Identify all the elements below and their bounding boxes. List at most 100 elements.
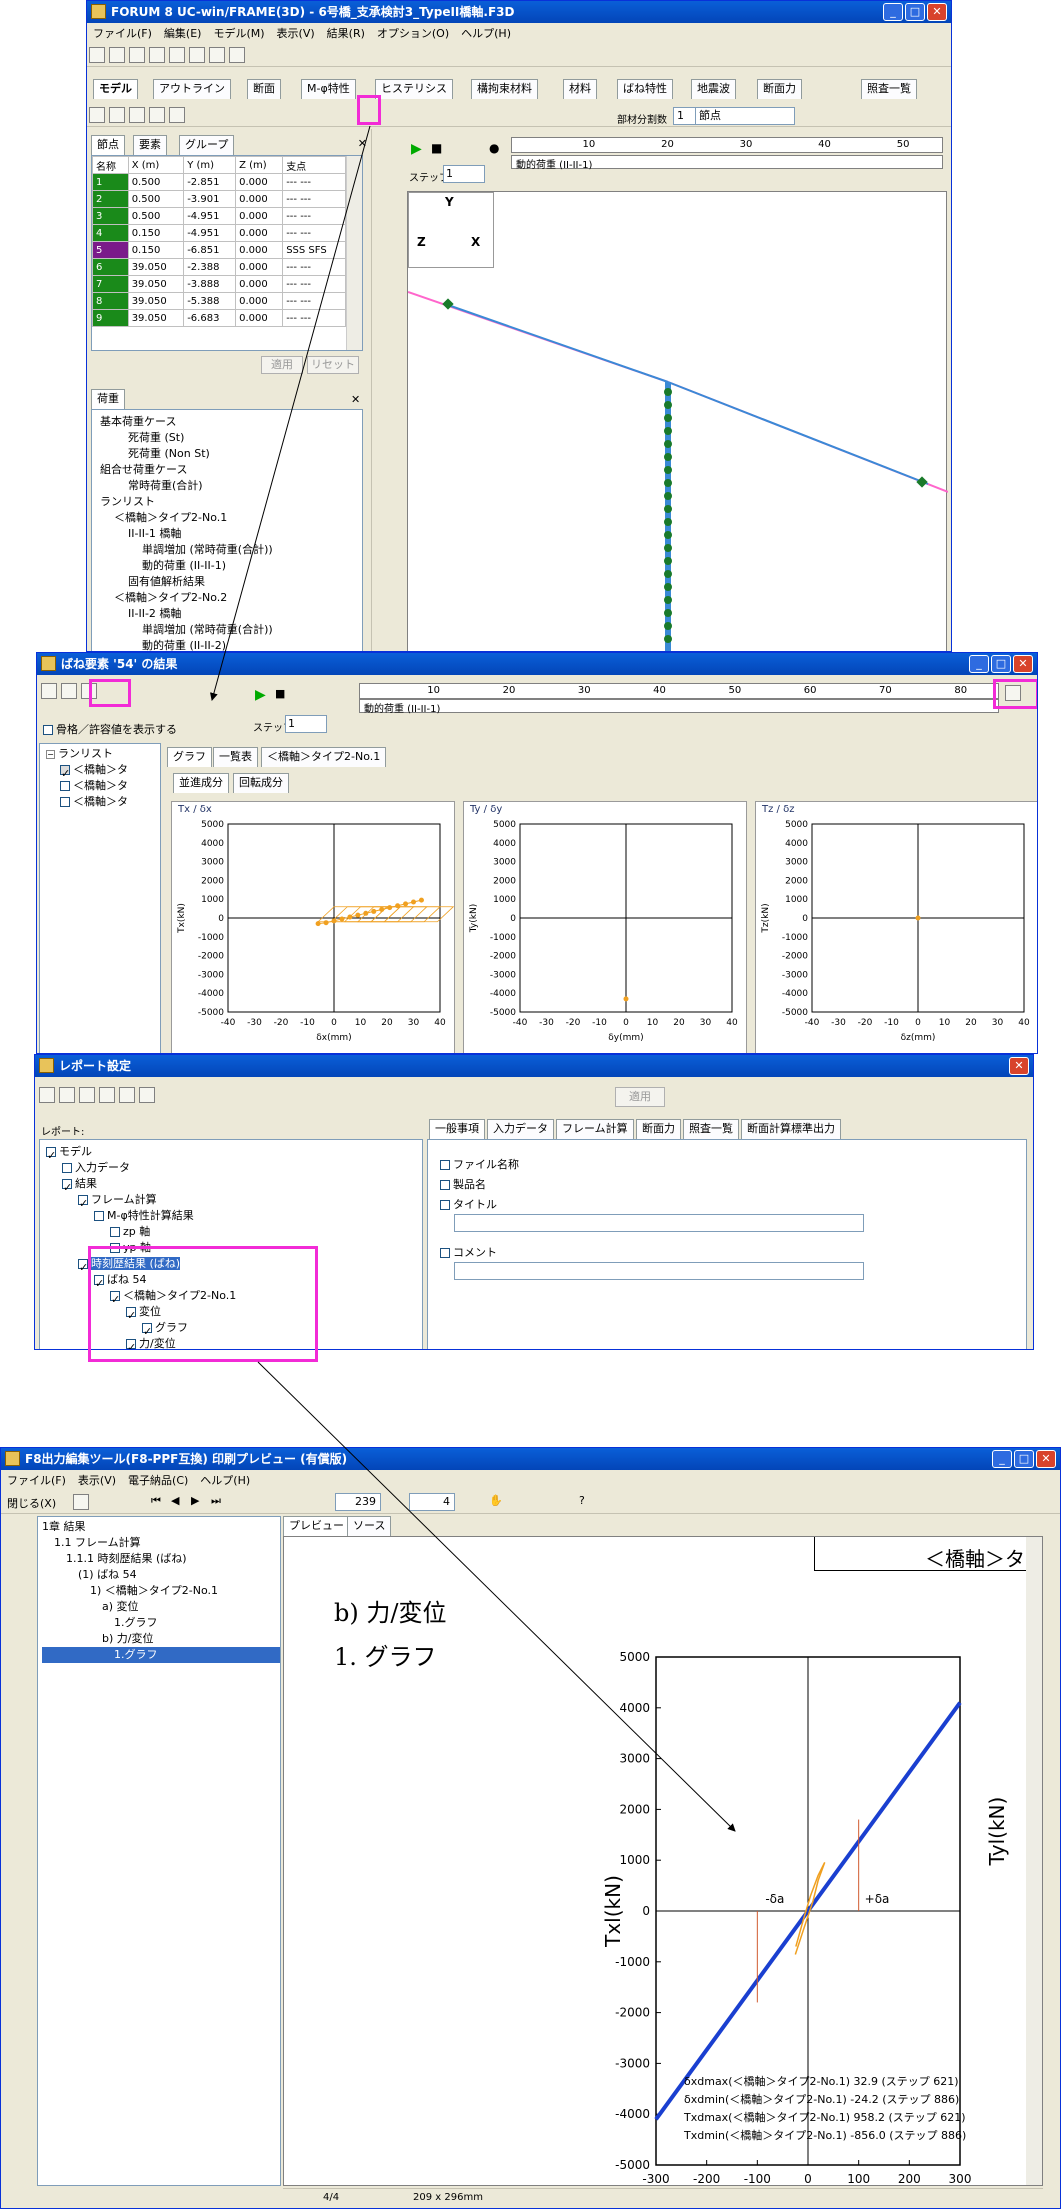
- outline-item[interactable]: b) 力/変位: [42, 1631, 280, 1647]
- load-tree-item[interactable]: 動的荷重 (II-II-1): [100, 558, 362, 574]
- maximize-button[interactable]: □: [1014, 1450, 1034, 1468]
- view-3d[interactable]: Y Z X: [407, 191, 948, 651]
- tree-case-3[interactable]: ＜橋軸＞タ: [46, 794, 160, 810]
- tab-load[interactable]: 荷重: [91, 389, 125, 409]
- maximize-button[interactable]: □: [991, 655, 1011, 673]
- load-tree-item[interactable]: 単調増加 (常時荷重(合計)): [100, 542, 362, 558]
- chart-icon[interactable]: [61, 683, 77, 699]
- copy-icon[interactable]: [149, 107, 165, 123]
- save-icon[interactable]: [129, 47, 145, 63]
- outline-item[interactable]: 1章 結果: [42, 1519, 280, 1535]
- calc-icon[interactable]: [209, 47, 225, 63]
- report-tab-4[interactable]: 照査一覧: [683, 1119, 739, 1139]
- tab-spring[interactable]: ばね特性: [617, 79, 673, 99]
- spring-icon[interactable]: [41, 683, 57, 699]
- node-row[interactable]: 7 39.050 -3.888 0.000 --- ---: [92, 275, 346, 293]
- load-tree-item[interactable]: 死荷重 (St): [100, 430, 362, 446]
- tab-section[interactable]: 断面: [247, 79, 281, 99]
- tab-preview[interactable]: プレビュー: [283, 1516, 350, 1536]
- undo-icon[interactable]: [169, 47, 185, 63]
- first-page-icon[interactable]: ⏮: [151, 1494, 161, 1508]
- last-page-icon[interactable]: ⏭: [211, 1494, 221, 1508]
- load-tree-item[interactable]: 動的荷重 (II-II-2): [100, 638, 362, 651]
- tab-hysteresis[interactable]: ヒステリシス: [375, 79, 453, 99]
- close-button[interactable]: ✕: [1009, 1057, 1029, 1075]
- load-tree-item[interactable]: 基本荷重ケース: [100, 414, 362, 430]
- export-icon[interactable]: [1005, 685, 1021, 701]
- comment-field[interactable]: [454, 1262, 864, 1280]
- menu-help[interactable]: ヘルプ(H): [455, 27, 517, 40]
- tab-outline[interactable]: アウトライン: [153, 79, 231, 99]
- tree-runlist[interactable]: − ランリスト: [46, 746, 160, 762]
- play-icon[interactable]: ▶: [255, 687, 266, 703]
- report-tree-item[interactable]: ✓ 結果: [46, 1176, 422, 1194]
- load-tree-item[interactable]: ＜橋軸＞タイプ2-No.1: [100, 510, 362, 526]
- outline-item[interactable]: 1.グラフ: [42, 1647, 280, 1663]
- tab-list[interactable]: 一覧表: [213, 747, 258, 767]
- report-tab-5[interactable]: 断面計算標準出力: [741, 1119, 841, 1139]
- tab-material[interactable]: 材料: [563, 79, 597, 99]
- menu-edit[interactable]: 編集(E): [158, 27, 208, 40]
- menu-option[interactable]: オプション(O): [371, 27, 455, 40]
- outline-item[interactable]: 1) ＜橋軸＞タイプ2-No.1: [42, 1583, 280, 1599]
- menu-file[interactable]: ファイル(F): [1, 1474, 72, 1487]
- stop-icon[interactable]: ■: [431, 141, 442, 155]
- record-icon[interactable]: ●: [489, 141, 499, 155]
- tab-groups[interactable]: グループ: [179, 135, 235, 155]
- menu-help[interactable]: ヘルプ(H): [194, 1474, 256, 1487]
- tab-model[interactable]: モデル: [93, 79, 138, 99]
- close-preview-button[interactable]: 閉じる(X): [7, 1495, 56, 1511]
- minimize-button[interactable]: _: [992, 1450, 1012, 1468]
- delete-icon[interactable]: [169, 107, 185, 123]
- run-icon[interactable]: [229, 47, 245, 63]
- expand-icon[interactable]: [39, 1087, 55, 1103]
- redo-icon[interactable]: [189, 47, 205, 63]
- tab-case[interactable]: ＜橋軸＞タイプ2-No.1: [261, 747, 387, 767]
- load-tree-item[interactable]: 単調増加 (常時荷重(合計)): [100, 622, 362, 638]
- help-icon[interactable]: ?: [579, 1494, 585, 1507]
- uncheck-all-icon[interactable]: [99, 1087, 115, 1103]
- step-ruler[interactable]: 10 20 30 40 50 60 70 80: [359, 683, 999, 699]
- outline-item[interactable]: 1.1 フレーム計算: [42, 1535, 280, 1551]
- step-field[interactable]: 1: [285, 715, 327, 733]
- report-tree-item[interactable]: 入力データ: [46, 1160, 422, 1176]
- check-comment[interactable]: コメント: [440, 1244, 497, 1260]
- tab-translation[interactable]: 並進成分: [173, 773, 229, 793]
- move-icon[interactable]: [129, 107, 145, 123]
- open-icon[interactable]: [109, 47, 125, 63]
- load-tree-item[interactable]: II-II-2 橋軸: [100, 606, 362, 622]
- cancel-icon[interactable]: [139, 1087, 155, 1103]
- load-tree-item[interactable]: 固有値解析結果: [100, 574, 362, 590]
- node-row[interactable]: 2 0.500 -3.901 0.000 --- ---: [92, 190, 346, 208]
- check-all-icon[interactable]: [79, 1087, 95, 1103]
- remove-icon[interactable]: [119, 1087, 135, 1103]
- add-member-icon[interactable]: [109, 107, 125, 123]
- report-tree-item[interactable]: zp 軸: [46, 1224, 422, 1240]
- play-icon[interactable]: ▶: [411, 141, 422, 157]
- zoom-field[interactable]: 239: [335, 1493, 381, 1511]
- minimize-button[interactable]: _: [969, 655, 989, 673]
- print-icon[interactable]: [149, 47, 165, 63]
- report-tab-2[interactable]: フレーム計算: [556, 1119, 634, 1139]
- add-node-icon[interactable]: [89, 107, 105, 123]
- maximize-button[interactable]: □: [905, 3, 925, 21]
- tab-wave[interactable]: 地震波: [691, 79, 736, 99]
- load-tree-item[interactable]: II-II-1 橋軸: [100, 526, 362, 542]
- tab-elements[interactable]: 要素: [133, 135, 167, 155]
- report-apply-button[interactable]: 適用: [615, 1087, 665, 1107]
- load-tree-item[interactable]: 常時荷重(合計): [100, 478, 362, 494]
- prev-page-icon[interactable]: ◀: [171, 1494, 179, 1507]
- node-row[interactable]: 6 39.050 -2.388 0.000 --- ---: [92, 258, 346, 276]
- new-icon[interactable]: [89, 47, 105, 63]
- tab-restrain[interactable]: 構拘束材料: [471, 79, 538, 99]
- outline-item[interactable]: a) 変位: [42, 1599, 280, 1615]
- apply-button[interactable]: 適用: [261, 356, 303, 374]
- tab-source[interactable]: ソース: [347, 1516, 392, 1536]
- tab-force[interactable]: 断面力: [757, 79, 802, 99]
- check-product[interactable]: 製品名: [440, 1176, 486, 1192]
- collapse-icon[interactable]: [59, 1087, 75, 1103]
- node-row[interactable]: 1 0.500 -2.851 0.000 --- ---: [92, 173, 346, 191]
- page-field[interactable]: 4: [409, 1493, 455, 1511]
- reset-button[interactable]: リセット: [307, 356, 359, 374]
- load-tree-item[interactable]: ランリスト: [100, 494, 362, 510]
